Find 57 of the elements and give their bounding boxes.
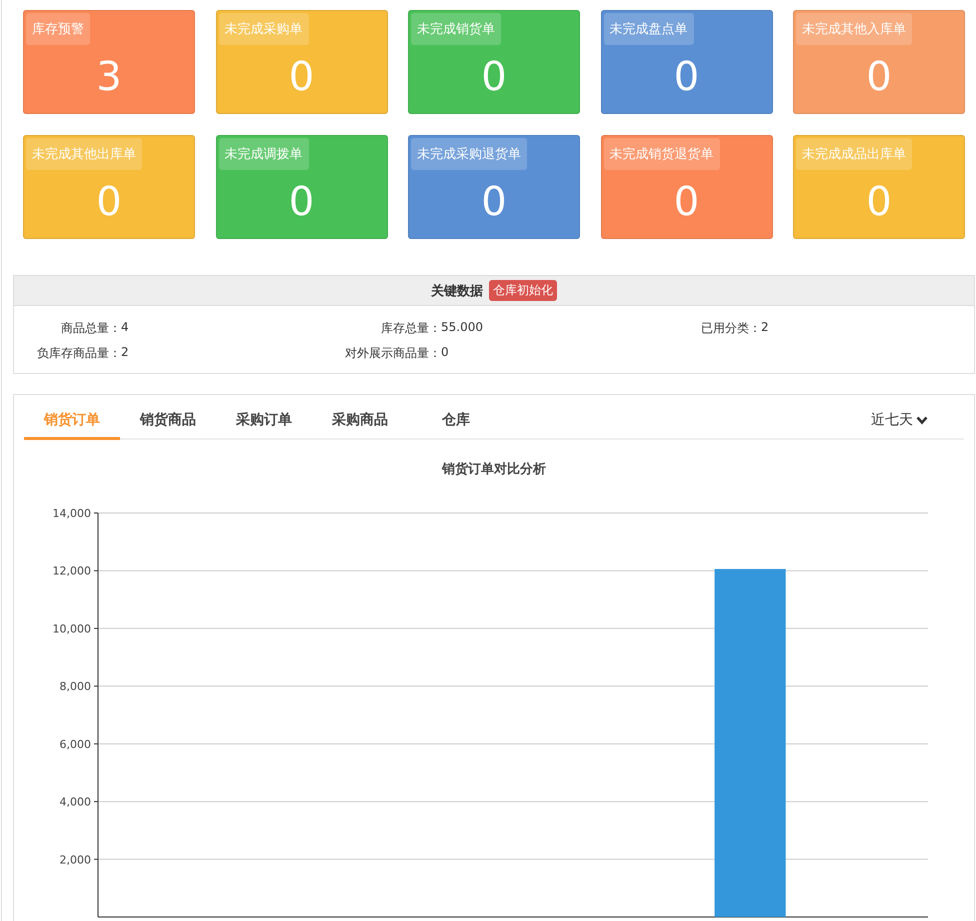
card-value: 0 — [96, 182, 122, 222]
y-tick-label: 6,000 — [60, 738, 91, 751]
stat-card[interactable]: 未完成采购退货单 0 — [408, 135, 580, 239]
y-tick-label: 12,000 — [52, 564, 91, 578]
card-value: 0 — [674, 182, 700, 222]
y-tick-label: 10,000 — [52, 622, 91, 636]
tab[interactable]: 销货订单 — [24, 395, 120, 440]
card-label: 未完成盘点单 — [604, 13, 694, 45]
stat-card[interactable]: 未完成其他出库单 0 — [23, 135, 195, 239]
tab[interactable]: 仓库 — [408, 395, 504, 440]
card-value: 0 — [481, 57, 507, 97]
y-tick-label: 14,000 — [52, 507, 91, 520]
card-label: 未完成销货单 — [411, 13, 501, 45]
stat-label: 商品总量： — [60, 320, 121, 337]
stat-label: 已用分类： — [700, 320, 761, 337]
card-label: 未完成销货退货单 — [604, 138, 720, 170]
stat-card[interactable]: 未完成其他入库单 0 — [793, 10, 965, 114]
card-label: 未完成调拨单 — [218, 138, 308, 170]
tab[interactable]: 销货商品 — [120, 395, 216, 440]
card-value: 0 — [481, 182, 507, 222]
card-label: 未完成其他出库单 — [26, 138, 142, 170]
stat-card[interactable]: 未完成销货单 0 — [408, 10, 580, 114]
stat-card[interactable]: 未完成成品出库单 0 — [793, 135, 965, 239]
stat-card[interactable]: 未完成调拨单 0 — [216, 135, 388, 239]
chevron-down-icon — [916, 416, 928, 424]
y-tick-label: 8,000 — [60, 680, 91, 694]
card-label: 未完成其他入库单 — [796, 13, 912, 45]
stat-value: 4 — [121, 320, 129, 336]
stat-card[interactable]: 库存预警 3 — [23, 10, 195, 114]
card-label: 库存预警 — [26, 13, 90, 45]
range-dropdown[interactable]: 近七天 — [865, 395, 934, 438]
stat-value: 0 — [441, 345, 449, 361]
panel-title: 关键数据 — [431, 282, 483, 300]
card-value: 0 — [288, 57, 314, 97]
warehouse-init-button[interactable]: 仓库初始化 — [489, 280, 557, 301]
stat-card[interactable]: 未完成销货退货单 0 — [600, 135, 772, 239]
card-value: 0 — [866, 57, 892, 97]
card-value: 0 — [866, 182, 892, 222]
y-tick-label: 2,000 — [60, 853, 91, 866]
tab[interactable]: 采购订单 — [216, 395, 312, 440]
stat-value: 2 — [121, 345, 129, 361]
card-label: 未完成采购退货单 — [411, 138, 527, 170]
card-value: 0 — [288, 182, 314, 222]
card-label: 未完成采购单 — [218, 13, 308, 45]
stat-value: 2 — [761, 320, 769, 336]
stat-label: 库存总量： — [380, 320, 441, 337]
card-label: 未完成成品出库单 — [796, 138, 912, 170]
card-value: 3 — [96, 57, 122, 97]
y-tick-label: 4,000 — [60, 796, 91, 809]
stat-card[interactable]: 未完成盘点单 0 — [600, 10, 772, 114]
stat-label: 对外展示商品量： — [344, 345, 441, 362]
stat-card[interactable]: 未完成采购单 0 — [216, 10, 388, 114]
stat-label: 负库存商品量： — [36, 345, 121, 362]
card-value: 0 — [674, 57, 700, 97]
stat-value: 55.000 — [441, 320, 483, 336]
tab[interactable]: 采购商品 — [312, 395, 408, 440]
chart-title: 销货订单对比分析 — [440, 461, 547, 478]
